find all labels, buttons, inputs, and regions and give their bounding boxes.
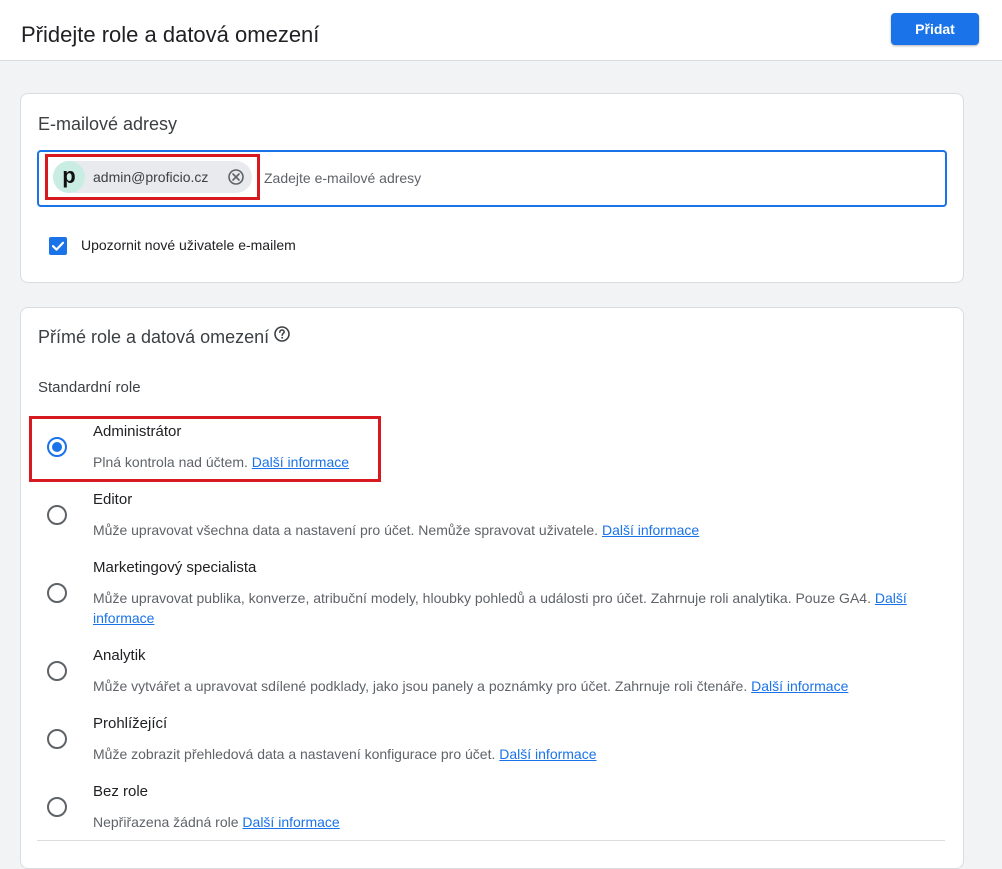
email-section-title: E-mailové adresy [38,114,178,134]
email-input[interactable] [262,162,926,194]
email-chip[interactable]: p admin@proficio.cz [53,161,252,193]
radio-viewer[interactable] [47,729,67,749]
role-name: Prohlížející [93,715,168,732]
avatar: p [53,161,85,193]
learn-more-link[interactable]: Další informace [242,814,339,830]
page-header: Přidejte role a datová omezení Přidat [0,0,1002,61]
radio-editor[interactable] [47,505,67,525]
role-name: Administrátor [93,423,182,440]
role-name: Analytik [93,647,146,664]
chip-email-text: admin@proficio.cz [93,169,209,185]
role-name: Editor [93,491,133,508]
add-button[interactable]: Přidat [891,13,979,45]
notify-checkbox-label: Upozornit nové uživatele e-mailem [81,237,296,253]
roles-card: Přímé role a datová omezení Standardní r… [20,307,964,869]
close-circle-icon[interactable] [227,168,245,186]
radio-analyst[interactable] [47,661,67,681]
role-description: Může upravovat všechna data a nastavení … [93,522,700,538]
learn-more-link[interactable]: Další informace [751,678,848,694]
radio-none[interactable] [47,797,67,817]
radio-marketing-specialist[interactable] [47,583,67,603]
notify-checkbox[interactable] [49,237,67,255]
learn-more-link[interactable]: Další informace [602,522,699,538]
role-description: Může vytvářet a upravovat sdílené podkla… [93,678,849,694]
role-description: Může upravovat publika, konverze, atribu… [93,590,907,626]
role-name: Marketingový specialista [93,559,257,576]
help-circle-icon[interactable] [273,325,291,343]
checkmark-icon [51,241,65,251]
role-description: Nepřiřazena žádná role Další informace [93,814,340,830]
email-addresses-card: E-mailové adresy p admin@proficio.cz Upo… [20,93,964,283]
radio-administrator[interactable] [47,437,67,457]
learn-more-link[interactable]: Další informace [499,746,596,762]
roles-section-title: Přímé role a datová omezení [38,327,270,347]
learn-more-link[interactable]: Další informace [252,454,349,470]
role-name: Bez role [93,783,149,800]
role-description: Může zobrazit přehledová data a nastaven… [93,746,597,762]
page-title: Přidejte role a datová omezení [21,22,320,47]
email-field[interactable]: p admin@proficio.cz [37,150,947,207]
role-description: Plná kontrola nad účtem. Další informace [93,454,350,470]
standard-roles-label: Standardní role [38,379,141,396]
